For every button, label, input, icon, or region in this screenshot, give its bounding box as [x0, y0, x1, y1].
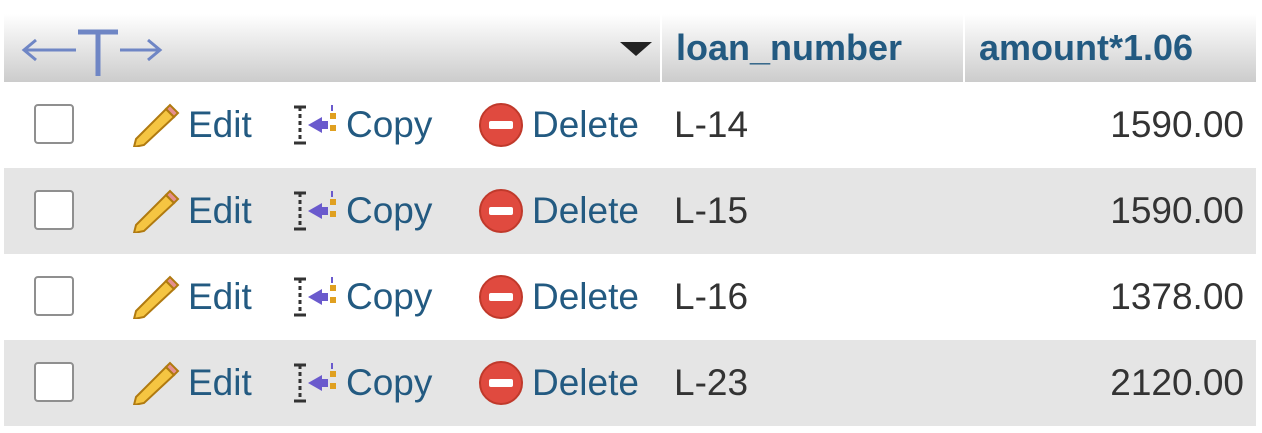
column-header-label[interactable]: amount*1.06	[965, 27, 1193, 69]
delete-icon	[479, 361, 523, 405]
edit-label: Edit	[188, 104, 252, 145]
loan-number-cell[interactable]: L-14	[674, 82, 748, 168]
results-table: loan_number amount*1.06 Edit Copy Delete…	[4, 14, 1256, 429]
copy-button[interactable]: Copy	[292, 254, 432, 340]
copy-button[interactable]: Copy	[292, 82, 432, 168]
copy-insert-icon	[294, 191, 336, 231]
copy-insert-icon	[294, 363, 336, 403]
pencil-icon	[132, 275, 180, 319]
amount-cell[interactable]: 1590.00	[1110, 82, 1244, 168]
row-checkbox[interactable]	[34, 104, 74, 144]
copy-label: Copy	[346, 276, 433, 317]
table-row: Edit Copy Delete L-15 1590.00	[4, 168, 1256, 254]
edit-label: Edit	[188, 190, 252, 231]
actions-header	[4, 14, 660, 82]
delete-icon	[479, 189, 523, 233]
amount-cell[interactable]: 1590.00	[1110, 168, 1244, 254]
table-row: Edit Copy Delete L-23 2120.00	[4, 340, 1256, 426]
table-header: loan_number amount*1.06	[4, 14, 1256, 82]
delete-button[interactable]: Delete	[478, 340, 639, 426]
copy-label: Copy	[346, 362, 433, 403]
dropdown-triangle-icon[interactable]	[618, 40, 654, 58]
pencil-icon	[132, 103, 180, 147]
edit-button[interactable]: Edit	[130, 82, 252, 168]
table-row: Edit Copy Delete L-14 1590.00	[4, 82, 1256, 168]
loan-number-cell[interactable]: L-16	[674, 254, 748, 340]
edit-button[interactable]: Edit	[130, 254, 252, 340]
copy-insert-icon	[294, 277, 336, 317]
copy-label: Copy	[346, 104, 433, 145]
delete-button[interactable]: Delete	[478, 254, 639, 340]
row-checkbox[interactable]	[34, 362, 74, 402]
table-row: Edit Copy Delete L-16 1378.00	[4, 254, 1256, 340]
edit-label: Edit	[188, 362, 252, 403]
delete-icon	[479, 275, 523, 319]
delete-button[interactable]: Delete	[478, 82, 639, 168]
copy-label: Copy	[346, 190, 433, 231]
column-header-amount[interactable]: amount*1.06	[963, 14, 1256, 82]
edit-label: Edit	[188, 276, 252, 317]
copy-insert-icon	[294, 105, 336, 145]
pencil-icon	[132, 361, 180, 405]
pencil-icon	[132, 189, 180, 233]
column-header-label[interactable]: loan_number	[662, 27, 902, 69]
column-arrows-icon[interactable]	[18, 26, 166, 76]
copy-button[interactable]: Copy	[292, 168, 432, 254]
row-checkbox[interactable]	[34, 276, 74, 316]
edit-button[interactable]: Edit	[130, 340, 252, 426]
delete-label: Delete	[532, 362, 639, 403]
column-header-loan-number[interactable]: loan_number	[660, 14, 963, 82]
delete-label: Delete	[532, 190, 639, 231]
delete-label: Delete	[532, 276, 639, 317]
amount-cell[interactable]: 1378.00	[1110, 254, 1244, 340]
row-checkbox[interactable]	[34, 190, 74, 230]
delete-button[interactable]: Delete	[478, 168, 639, 254]
delete-icon	[479, 103, 523, 147]
amount-cell[interactable]: 2120.00	[1110, 340, 1244, 426]
copy-button[interactable]: Copy	[292, 340, 432, 426]
loan-number-cell[interactable]: L-23	[674, 340, 748, 426]
edit-button[interactable]: Edit	[130, 168, 252, 254]
loan-number-cell[interactable]: L-15	[674, 168, 748, 254]
delete-label: Delete	[532, 104, 639, 145]
